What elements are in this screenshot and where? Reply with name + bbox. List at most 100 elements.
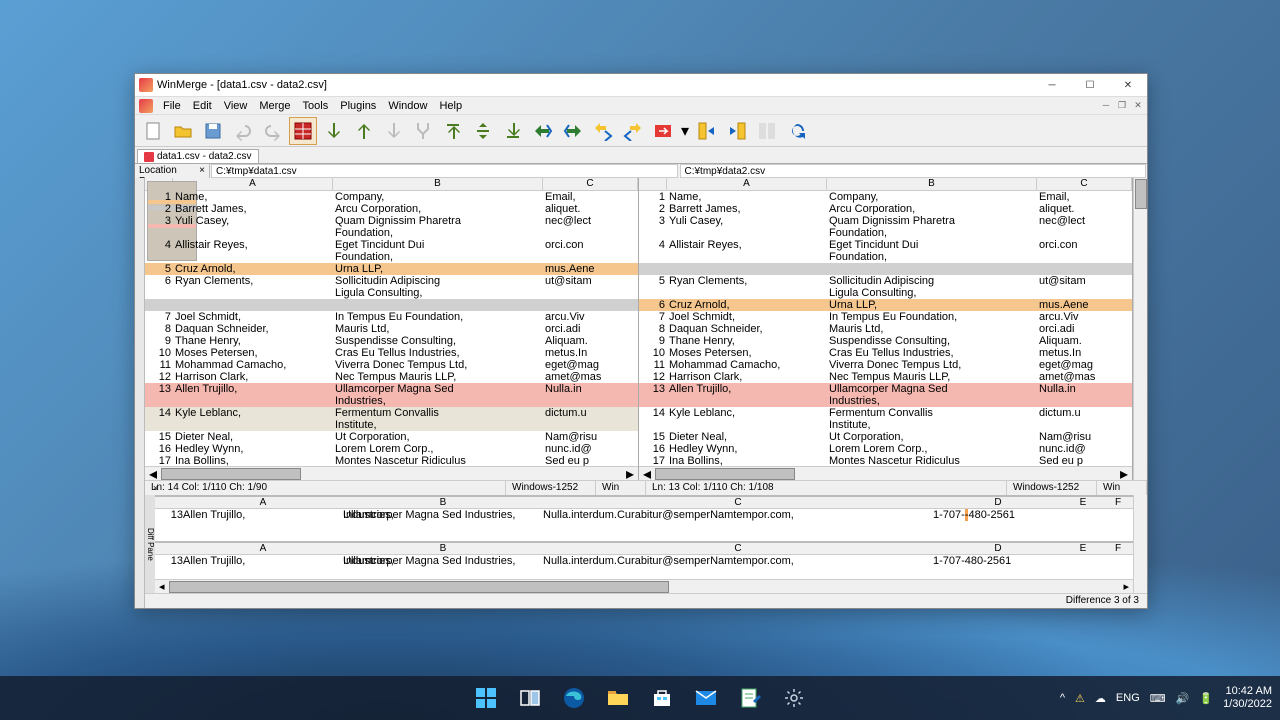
location-pane-close[interactable]: × xyxy=(199,165,205,177)
save-icon[interactable] xyxy=(199,117,227,145)
tray-volume-icon[interactable]: 🔊 xyxy=(1176,692,1190,705)
table-row[interactable]: 1Name,Company,Email, xyxy=(639,191,1132,203)
store-icon[interactable] xyxy=(643,679,681,717)
swap-right-icon[interactable] xyxy=(693,117,721,145)
open-icon[interactable] xyxy=(169,117,197,145)
vscroll[interactable] xyxy=(1133,178,1147,480)
table-row[interactable]: 6Cruz Arnold,Urna LLP,mus.Aene xyxy=(639,299,1132,311)
tray-battery-icon[interactable]: 🔋 xyxy=(1199,692,1213,705)
table-row[interactable]: 16Hedley Wynn,Lorem Lorem Corp.,nunc.id@ xyxy=(145,443,638,455)
tray-clock[interactable]: 10:42 AM1/30/2022 xyxy=(1223,685,1272,711)
first-diff-icon[interactable] xyxy=(439,117,467,145)
table-row[interactable]: 15Dieter Neal,Ut Corporation,Nam@risu xyxy=(145,431,638,443)
diff-vscroll[interactable] xyxy=(1133,495,1147,593)
table-row[interactable]: 10Moses Petersen,Cras Eu Tellus Industri… xyxy=(145,347,638,359)
notepad-icon[interactable] xyxy=(731,679,769,717)
table-row[interactable]: 13Allen Trujillo,Ullamcorper Magna SedNu… xyxy=(639,383,1132,395)
table-row[interactable]: 4Allistair Reyes,Eget Tincidunt Duiorci.… xyxy=(639,239,1132,251)
table-row[interactable]: 13Allen Trujillo,Ullamcorper Magna SedNu… xyxy=(145,383,638,395)
left-grid[interactable]: 1Name,Company,Email,2Barrett James,Arcu … xyxy=(145,191,638,466)
left-hscroll[interactable]: ◂▸ xyxy=(145,466,638,480)
menu-plugins[interactable]: Plugins xyxy=(336,100,380,112)
diff-hscroll[interactable]: ◂▸ xyxy=(155,579,1133,593)
table-row[interactable]: 9Thane Henry,Suspendisse Consulting,Aliq… xyxy=(145,335,638,347)
right-hscroll[interactable]: ◂▸ xyxy=(639,466,1132,480)
menu-file[interactable]: File xyxy=(159,100,185,112)
table-row[interactable]: 17Ina Bollins,Montes Nascetur RidiculusS… xyxy=(145,455,638,466)
edge-icon[interactable] xyxy=(555,679,593,717)
table-row[interactable]: 1Name,Company,Email, xyxy=(145,191,638,203)
copy-right-advance-icon[interactable] xyxy=(589,117,617,145)
table-row[interactable]: 7Joel Schmidt,In Tempus Eu Foundation,ar… xyxy=(145,311,638,323)
copy-right-icon[interactable] xyxy=(529,117,557,145)
table-row[interactable]: 5Cruz Arnold,Urna LLP,mus.Aene xyxy=(145,263,638,275)
table-row[interactable]: 17Ina Bollins,Montes Nascetur RidiculusS… xyxy=(639,455,1132,466)
table-row[interactable] xyxy=(639,263,1132,275)
task-view-icon[interactable] xyxy=(511,679,549,717)
copy-left-icon[interactable] xyxy=(559,117,587,145)
right-grid[interactable]: 1Name,Company,Email,2Barrett James,Arcu … xyxy=(639,191,1132,466)
redo-icon[interactable] xyxy=(259,117,287,145)
table-row[interactable]: 6Ryan Clements,Sollicitudin Adipiscingut… xyxy=(145,275,638,287)
last-diff-icon[interactable] xyxy=(499,117,527,145)
table-row[interactable]: 7Joel Schmidt,In Tempus Eu Foundation,ar… xyxy=(639,311,1132,323)
menu-tools[interactable]: Tools xyxy=(299,100,333,112)
settings-icon[interactable] xyxy=(775,679,813,717)
table-row[interactable]: 3Yuli Casey,Quam Dignissim Pharetranec@l… xyxy=(639,215,1132,227)
minimize-button[interactable]: ─ xyxy=(1037,75,1067,95)
diff-pane-top[interactable]: ABCDEF 13Allen Trujillo,Ullamcorper Magn… xyxy=(155,495,1133,541)
refresh-icon[interactable] xyxy=(783,117,811,145)
table-row[interactable]: 16Hedley Wynn,Lorem Lorem Corp.,nunc.id@ xyxy=(639,443,1132,455)
current-diff-icon[interactable] xyxy=(469,117,497,145)
mdi-icon[interactable] xyxy=(139,99,153,113)
maximize-button[interactable]: ☐ xyxy=(1075,75,1105,95)
explorer-icon[interactable] xyxy=(599,679,637,717)
right-path[interactable]: C:¥tmp¥data2.csv xyxy=(680,164,1147,178)
table-row[interactable]: 15Dieter Neal,Ut Corporation,Nam@risu xyxy=(639,431,1132,443)
table-row[interactable]: 2Barrett James,Arcu Corporation,aliquet. xyxy=(639,203,1132,215)
table-row[interactable]: 12Harrison Clark,Nec Tempus Mauris LLP,a… xyxy=(145,371,638,383)
table-row[interactable]: 10Moses Petersen,Cras Eu Tellus Industri… xyxy=(639,347,1132,359)
menu-edit[interactable]: Edit xyxy=(189,100,216,112)
tray-lang[interactable]: ENG xyxy=(1116,692,1140,704)
new-icon[interactable] xyxy=(139,117,167,145)
down-arrow-2-icon[interactable] xyxy=(379,117,407,145)
table-row[interactable]: 8Daquan Schneider,Mauris Ltd,orci.adi xyxy=(639,323,1132,335)
up-arrow-icon[interactable] xyxy=(349,117,377,145)
table-row[interactable]: 4Allistair Reyes,Eget Tincidunt Duiorci.… xyxy=(145,239,638,251)
merge-icon[interactable] xyxy=(409,117,437,145)
tab-active[interactable]: data1.csv - data2.csv xyxy=(137,149,259,163)
start-icon[interactable] xyxy=(467,679,505,717)
table-row[interactable]: 8Daquan Schneider,Mauris Ltd,orci.adi xyxy=(145,323,638,335)
menu-view[interactable]: View xyxy=(220,100,252,112)
table-icon[interactable] xyxy=(289,117,317,145)
diff-pane-close[interactable]: × xyxy=(153,483,158,493)
copy-left-advance-icon[interactable] xyxy=(619,117,647,145)
location-pane[interactable] xyxy=(135,178,145,608)
table-row[interactable]: 9Thane Henry,Suspendisse Consulting,Aliq… xyxy=(639,335,1132,347)
table-row[interactable] xyxy=(145,299,638,311)
mdi-close[interactable]: ✕ xyxy=(1131,98,1145,112)
taskbar[interactable]: ^ ⚠ ☁ ENG ⌨ 🔊 🔋 10:42 AM1/30/2022 xyxy=(0,676,1280,720)
undo-icon[interactable] xyxy=(229,117,257,145)
menu-merge[interactable]: Merge xyxy=(255,100,294,112)
tray-warning-icon[interactable]: ⚠ xyxy=(1075,692,1085,705)
close-button[interactable]: ✕ xyxy=(1113,75,1143,95)
menu-help[interactable]: Help xyxy=(435,100,466,112)
table-row[interactable]: 11Mohammad Camacho,Viverra Donec Tempus … xyxy=(145,359,638,371)
titlebar[interactable]: WinMerge - [data1.csv - data2.csv] ─ ☐ ✕ xyxy=(135,74,1147,97)
tray-cloud-icon[interactable]: ☁ xyxy=(1095,692,1106,705)
dropdown-icon[interactable]: ▾ xyxy=(679,117,691,145)
table-row[interactable]: 14Kyle Leblanc,Fermentum Convallisdictum… xyxy=(145,407,638,419)
swap-left-icon[interactable] xyxy=(723,117,751,145)
system-tray[interactable]: ^ ⚠ ☁ ENG ⌨ 🔊 🔋 10:42 AM1/30/2022 xyxy=(1060,685,1272,711)
table-row[interactable]: 12Harrison Clark,Nec Tempus Mauris LLP,a… xyxy=(639,371,1132,383)
table-row[interactable]: 5Ryan Clements,Sollicitudin Adipiscingut… xyxy=(639,275,1132,287)
tray-chevron-icon[interactable]: ^ xyxy=(1060,692,1065,704)
menu-window[interactable]: Window xyxy=(384,100,431,112)
diff-pane-bottom[interactable]: ABCDEF 13Allen Trujillo,Ullamcorper Magn… xyxy=(155,541,1133,593)
table-row[interactable]: 14Kyle Leblanc,Fermentum Convallisdictum… xyxy=(639,407,1132,419)
options-icon[interactable] xyxy=(753,117,781,145)
mail-icon[interactable] xyxy=(687,679,725,717)
all-right-icon[interactable] xyxy=(649,117,677,145)
